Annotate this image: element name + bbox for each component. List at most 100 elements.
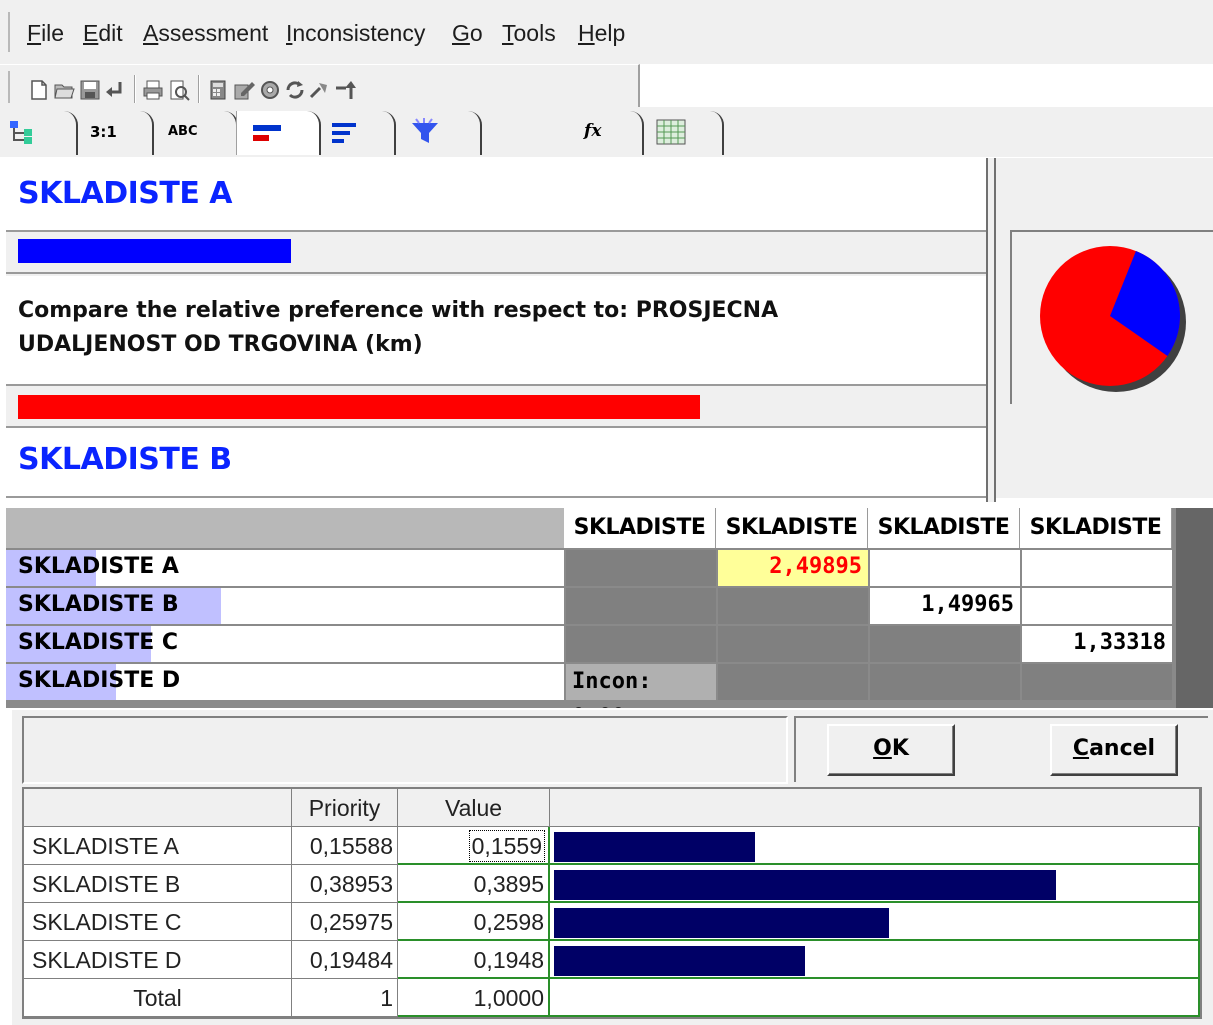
arrow-icon[interactable]	[334, 79, 356, 101]
value-cell[interactable]: 0,1948	[398, 941, 550, 979]
menu-edit[interactable]: Edit	[83, 20, 123, 47]
tab-verbal[interactable]: ABC	[152, 111, 238, 155]
print-icon[interactable]	[142, 79, 164, 101]
bars-icon	[332, 123, 356, 143]
open-folder-icon[interactable]	[53, 79, 75, 101]
matrix-cell[interactable]: 1,33318	[1022, 626, 1172, 662]
menu-inconsistency[interactable]: Inconsistency	[286, 20, 425, 47]
grid-header-bar	[550, 789, 1200, 827]
priority-value: 0,38953	[292, 865, 398, 903]
matrix-cell-lower	[870, 664, 1020, 700]
matrix-cell-lower	[718, 626, 868, 662]
matrix-cell[interactable]: 1,49965	[870, 588, 1020, 624]
ok-button[interactable]: OK	[827, 724, 955, 776]
matrix-cell[interactable]	[1022, 588, 1172, 624]
tools-icon[interactable]	[308, 79, 330, 101]
matrix-cell-selected[interactable]: 2,49895	[718, 550, 868, 586]
toolbar-grip[interactable]	[8, 71, 10, 103]
grid-header-priority: Priority	[292, 789, 398, 827]
matrix-row-label[interactable]: SKLADISTE A	[6, 550, 564, 586]
matrix-cell[interactable]	[1022, 550, 1172, 586]
menu-help[interactable]: Help	[578, 20, 625, 47]
tab-formula[interactable]: fx	[568, 111, 644, 155]
undo-icon[interactable]	[104, 79, 126, 101]
new-file-icon[interactable]	[28, 79, 50, 101]
formula-icon: fx	[584, 121, 602, 141]
settings-icon[interactable]	[259, 79, 281, 101]
priority-bar-cell	[550, 827, 1200, 865]
pie-chart	[1040, 246, 1186, 392]
priority-bar	[554, 946, 805, 976]
view-tabs: 3:1 ABC fx	[0, 107, 1213, 157]
priority-row-label: SKLADISTE A	[24, 827, 292, 865]
edit-icon[interactable]	[233, 79, 255, 101]
priority-row-label: SKLADISTE D	[24, 941, 292, 979]
total-priority: 1	[292, 979, 398, 1017]
calculator-icon[interactable]	[207, 79, 229, 101]
cancel-button[interactable]: Cancel	[1050, 724, 1178, 776]
value-cell-focused[interactable]: 0,1559	[398, 827, 550, 865]
tab-funnel[interactable]	[394, 111, 482, 155]
refresh-icon[interactable]	[284, 79, 306, 101]
matrix-cell-diagonal	[1022, 664, 1172, 700]
matrix-col-header[interactable]: SKLADISTE	[1020, 508, 1172, 548]
menu-grip[interactable]	[8, 12, 10, 52]
menu-file[interactable]: File	[27, 20, 64, 47]
left-preference-bar[interactable]	[18, 239, 291, 263]
matrix-grid-icon	[656, 119, 686, 145]
matrix-col-header[interactable]: SKLADISTE	[868, 508, 1020, 548]
priority-bar-cell	[550, 865, 1200, 903]
save-icon[interactable]	[79, 79, 101, 101]
panel-splitter[interactable]	[986, 158, 996, 502]
grid-header-value: Value	[398, 789, 550, 827]
value-cell[interactable]: 0,2598	[398, 903, 550, 941]
print-preview-icon[interactable]	[168, 79, 190, 101]
priority-bar	[554, 908, 889, 938]
matrix-corner	[6, 508, 564, 548]
matrix-row-label[interactable]: SKLADISTE C	[6, 626, 564, 662]
left-element-row: SKLADISTE A	[6, 158, 986, 232]
matrix-cell[interactable]	[870, 550, 1020, 586]
priority-bar	[554, 832, 755, 862]
right-preference-bar[interactable]	[18, 395, 700, 419]
prompt-row: Compare the relative preference with res…	[6, 276, 986, 386]
tab-numerical[interactable]: 3:1	[76, 111, 154, 155]
ratio-icon: 3:1	[90, 123, 117, 141]
right-element-name: SKLADISTE B	[18, 442, 232, 477]
total-bar-cell	[550, 979, 1200, 1017]
priority-bar-cell	[550, 941, 1200, 979]
dialog-header-panel	[22, 716, 788, 784]
menu-assessment[interactable]: Assessment	[143, 20, 268, 47]
matrix-scroll-area	[1176, 508, 1213, 708]
comparison-matrix: SKLADISTE SKLADISTE SKLADISTE SKLADISTE …	[6, 508, 1213, 730]
tab-matrix[interactable]	[642, 111, 724, 155]
total-label: Total	[24, 979, 292, 1017]
value-cell[interactable]: 0,3895	[398, 865, 550, 903]
matrix-col-header[interactable]: SKLADISTE	[564, 508, 716, 548]
tab-graphical[interactable]	[236, 111, 321, 155]
right-bar-row[interactable]	[6, 386, 986, 428]
menu-go[interactable]: Go	[452, 20, 483, 47]
priority-bar	[554, 870, 1056, 900]
priority-value: 0,15588	[292, 827, 398, 865]
menu-tools[interactable]: Tools	[502, 20, 556, 47]
priority-row-label: SKLADISTE C	[24, 903, 292, 941]
toolbar-separator	[198, 75, 200, 103]
menu-bar: File Edit Assessment Inconsistency Go To…	[0, 0, 1213, 64]
matrix-cell-diagonal	[870, 626, 1020, 662]
tab-tree[interactable]	[0, 111, 78, 155]
matrix-col-header[interactable]: SKLADISTE	[716, 508, 868, 548]
matrix-cell-lower	[566, 588, 716, 624]
tab-bars[interactable]	[318, 111, 396, 155]
right-element-row: SKLADISTE B	[6, 428, 986, 498]
priority-bar-cell	[550, 903, 1200, 941]
inconsistency-ratio: Incon: 0,00	[566, 664, 716, 730]
pie-chart-box	[1010, 230, 1213, 404]
graphical-bars-icon	[253, 125, 281, 141]
matrix-row-label[interactable]: SKLADISTE D	[6, 664, 564, 700]
left-bar-row[interactable]	[6, 232, 986, 274]
priorities-grid: Priority Value SKLADISTE A 0,15588 0,155…	[22, 787, 1202, 1019]
priority-row-label: SKLADISTE B	[24, 865, 292, 903]
matrix-row-label[interactable]: SKLADISTE B	[6, 588, 564, 624]
comparison-prompt: Compare the relative preference with res…	[18, 298, 779, 357]
